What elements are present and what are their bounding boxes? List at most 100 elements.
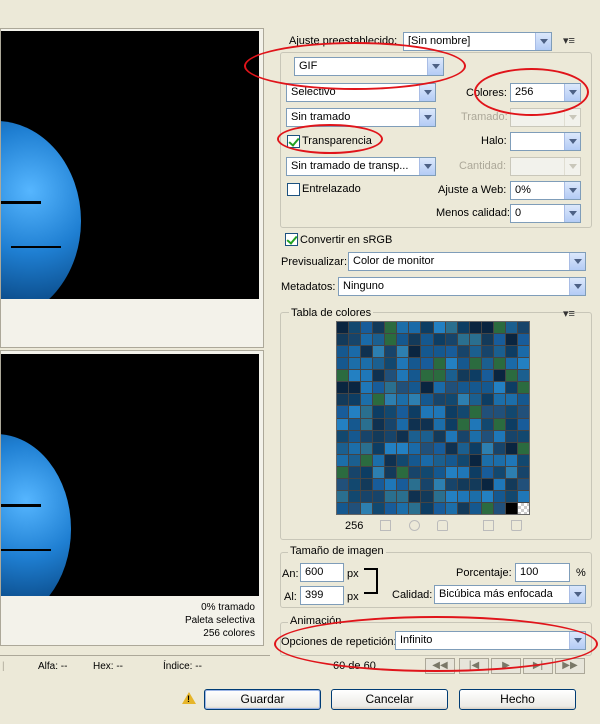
color-swatch[interactable] [433,454,445,466]
color-swatch[interactable] [517,334,529,346]
color-swatch[interactable] [469,466,481,478]
color-swatch[interactable] [361,466,373,478]
color-swatch[interactable] [409,490,421,502]
color-swatch[interactable] [469,334,481,346]
color-swatch[interactable] [337,394,349,406]
color-swatch[interactable] [433,394,445,406]
color-swatch[interactable] [385,358,397,370]
color-swatch[interactable] [397,346,409,358]
color-swatch[interactable] [493,346,505,358]
color-swatch[interactable] [397,406,409,418]
color-swatch[interactable] [457,334,469,346]
color-swatch[interactable] [457,346,469,358]
color-swatch[interactable] [469,478,481,490]
color-swatch[interactable] [337,502,349,514]
color-swatch[interactable] [397,430,409,442]
color-swatch[interactable] [433,490,445,502]
color-swatch[interactable] [493,442,505,454]
color-swatch[interactable] [397,358,409,370]
color-swatch[interactable] [361,418,373,430]
color-swatch[interactable] [445,454,457,466]
color-swatch[interactable] [505,442,517,454]
color-swatch[interactable] [457,358,469,370]
color-swatch[interactable] [481,406,493,418]
color-swatch[interactable] [337,490,349,502]
color-swatch[interactable] [337,418,349,430]
color-swatch[interactable] [397,382,409,394]
color-swatch[interactable] [349,334,361,346]
color-swatch[interactable] [349,454,361,466]
color-swatch[interactable] [349,442,361,454]
color-swatch[interactable] [409,406,421,418]
metadata-select[interactable]: Ninguno [338,277,586,296]
color-swatch[interactable] [409,454,421,466]
color-swatch[interactable] [481,418,493,430]
color-swatch[interactable] [361,382,373,394]
color-swatch[interactable] [349,346,361,358]
color-swatch[interactable] [481,466,493,478]
color-swatch[interactable] [445,442,457,454]
color-swatch[interactable] [397,322,409,334]
color-swatch[interactable] [517,430,529,442]
save-button[interactable]: Guardar [204,689,321,710]
color-swatch[interactable] [397,490,409,502]
color-swatch[interactable] [373,394,385,406]
color-swatch[interactable] [373,322,385,334]
color-swatch[interactable] [361,502,373,514]
color-swatch[interactable] [373,454,385,466]
color-swatch[interactable] [493,370,505,382]
color-swatch[interactable] [421,430,433,442]
map-transparency-icon[interactable] [380,520,391,531]
color-swatch[interactable] [373,478,385,490]
color-swatch[interactable] [397,466,409,478]
color-swatch[interactable] [409,430,421,442]
color-swatch[interactable] [481,382,493,394]
color-swatch[interactable] [349,406,361,418]
done-button[interactable]: Hecho [459,689,576,710]
color-swatch[interactable] [481,322,493,334]
color-swatch[interactable] [337,334,349,346]
quality-select[interactable]: Bicúbica más enfocada [434,585,586,604]
color-swatch[interactable] [505,394,517,406]
color-swatch[interactable] [493,466,505,478]
color-swatch[interactable] [421,346,433,358]
color-swatch[interactable] [337,406,349,418]
color-swatch[interactable] [517,418,529,430]
play-button[interactable]: ▶ [491,658,521,674]
color-swatch[interactable] [421,370,433,382]
color-swatch[interactable] [349,478,361,490]
color-swatch[interactable] [517,370,529,382]
color-swatch[interactable] [481,370,493,382]
color-swatch[interactable] [385,346,397,358]
color-swatch[interactable] [505,334,517,346]
color-swatch[interactable] [409,466,421,478]
color-swatch[interactable] [397,370,409,382]
color-swatch[interactable] [385,490,397,502]
color-swatch[interactable] [505,322,517,334]
color-swatch[interactable] [493,406,505,418]
color-swatch[interactable] [361,346,373,358]
color-swatch[interactable] [481,442,493,454]
color-swatch[interactable] [517,454,529,466]
color-swatch[interactable] [349,394,361,406]
color-swatch[interactable] [361,394,373,406]
color-swatch[interactable] [421,490,433,502]
height-input[interactable]: 399 [300,586,344,605]
color-swatch[interactable] [409,334,421,346]
color-swatch[interactable] [397,502,409,514]
color-swatch[interactable] [397,442,409,454]
color-swatch[interactable] [445,358,457,370]
dither-select[interactable]: Sin tramado [286,108,436,127]
color-swatch[interactable] [481,454,493,466]
color-swatch[interactable] [433,442,445,454]
color-swatch[interactable] [337,454,349,466]
color-swatch[interactable] [361,406,373,418]
web-snap-select[interactable]: 0% [510,181,581,200]
color-swatch[interactable] [409,322,421,334]
color-swatch[interactable] [457,406,469,418]
constrain-proportions-icon[interactable] [364,568,378,594]
color-swatch[interactable] [445,466,457,478]
color-swatch[interactable] [409,418,421,430]
cancel-button[interactable]: Cancelar [331,689,448,710]
color-swatch[interactable] [445,394,457,406]
